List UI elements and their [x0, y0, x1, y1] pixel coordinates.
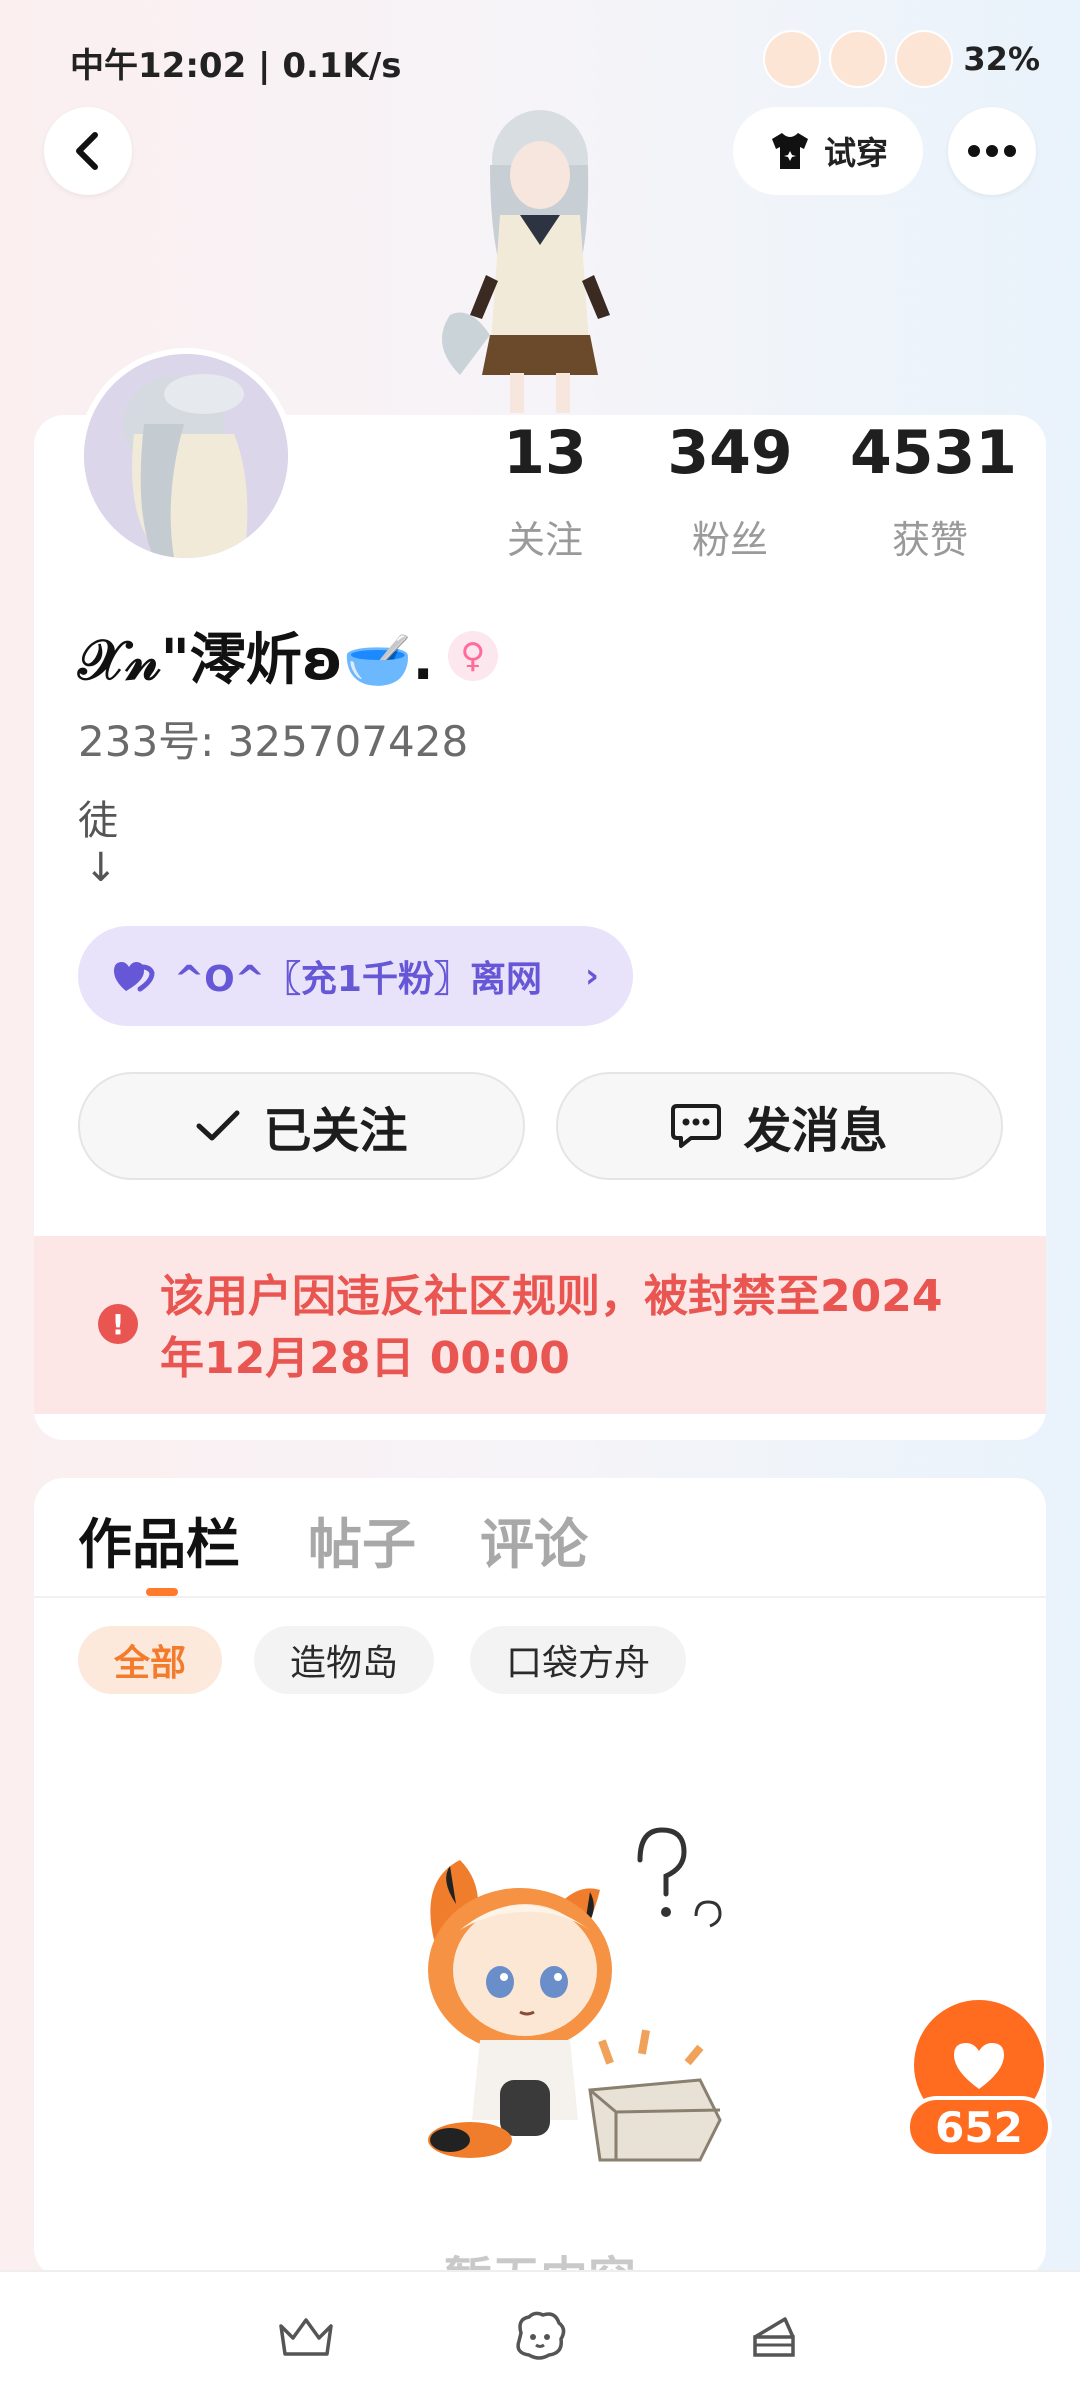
shirt-icon: [771, 133, 808, 169]
followed-button[interactable]: 已关注: [78, 1072, 525, 1180]
chat-bubble-icon: [671, 1104, 722, 1148]
chevron-right-icon: ›: [584, 956, 599, 996]
empty-state-mascot-illustration: [428, 1827, 722, 2162]
tab-posts[interactable]: 帖子: [308, 1500, 416, 1579]
avatar-image: [84, 354, 288, 558]
status-time-network: 中午12:02 | 0.1K/s: [70, 46, 402, 86]
checkmark-icon: [196, 1110, 240, 1141]
bottom-nav: [0, 2270, 1080, 2402]
sheep-sticker-icon: [895, 30, 954, 88]
bio-line-1: 徒: [78, 798, 118, 844]
sheep-sticker-icon: [763, 30, 822, 88]
stat-following[interactable]: 13 关注: [480, 423, 610, 564]
tryon-label: 试穿: [823, 134, 888, 172]
user-id[interactable]: 233号: 325707428: [78, 708, 468, 769]
stat-followers-value: 349: [667, 418, 793, 488]
tab-works[interactable]: 作品栏: [78, 1500, 240, 1579]
filter-creation-island[interactable]: 造物岛: [254, 1626, 435, 1694]
battery-level: 32%: [963, 40, 1040, 78]
back-arrow-icon: [76, 132, 98, 170]
heart-icon: [954, 2043, 1004, 2089]
status-sticker-icons: [763, 30, 954, 88]
cake-nav-icon[interactable]: [742, 2305, 806, 2369]
stat-likes-label: 获赞: [891, 518, 968, 562]
like-button[interactable]: 652: [906, 2000, 1052, 2160]
tryon-button[interactable]: 试穿: [733, 107, 923, 195]
stat-followers[interactable]: 349 粉丝: [660, 423, 800, 564]
warning-icon: !: [98, 1304, 138, 1344]
tab-comments[interactable]: 评论: [480, 1500, 588, 1579]
stat-followers-label: 粉丝: [691, 518, 768, 562]
filter-pocket-ark[interactable]: 口袋方舟: [470, 1626, 687, 1694]
more-button[interactable]: [948, 107, 1036, 195]
followed-label: 已关注: [263, 1103, 408, 1159]
sheep-nav-icon[interactable]: [508, 2305, 572, 2369]
message-label: 发消息: [743, 1103, 888, 1159]
profile-avatar[interactable]: [78, 348, 294, 564]
female-gender-icon: ♀: [447, 630, 498, 681]
heart-group-icon: [114, 962, 155, 992]
ban-notice: ! 该用户因违反社区规则，被封禁至2024年12月28日 00:00: [34, 1236, 1046, 1414]
stat-following-value: 13: [503, 418, 587, 488]
tab-active-indicator: [146, 1588, 178, 1596]
bio-line-2: ↓: [84, 845, 118, 891]
more-dots-icon: [968, 145, 1016, 157]
stat-following-label: 关注: [506, 518, 583, 562]
back-button[interactable]: [44, 107, 132, 195]
filter-all[interactable]: 全部: [78, 1626, 223, 1694]
username: 𝒳𝓃"澪炘ʚ🥣.: [78, 628, 434, 693]
fan-group-pill[interactable]: ^O^〖充1千粉〗离网 ›: [78, 926, 633, 1026]
tabs-divider: [34, 1596, 1046, 1598]
like-count: 652: [906, 2096, 1052, 2158]
ban-notice-text: 该用户因违反社区规则，被封禁至2024年12月28日 00:00: [160, 1271, 943, 1384]
fan-group-label: ^O^〖充1千粉〗离网: [174, 959, 542, 1000]
stat-likes[interactable]: 4531 获赞: [850, 418, 1017, 564]
sheep-sticker-icon: [829, 30, 888, 88]
stat-likes-value: 4531: [850, 418, 1017, 488]
avatar-character-figure: [442, 110, 610, 413]
crown-nav-icon[interactable]: [274, 2305, 338, 2369]
status-right: 32%: [763, 30, 1040, 88]
username-row: 𝒳𝓃"澪炘ʚ🥣. ♀: [78, 615, 498, 696]
message-button[interactable]: 发消息: [556, 1072, 1003, 1180]
avatar-figure: [84, 354, 288, 558]
